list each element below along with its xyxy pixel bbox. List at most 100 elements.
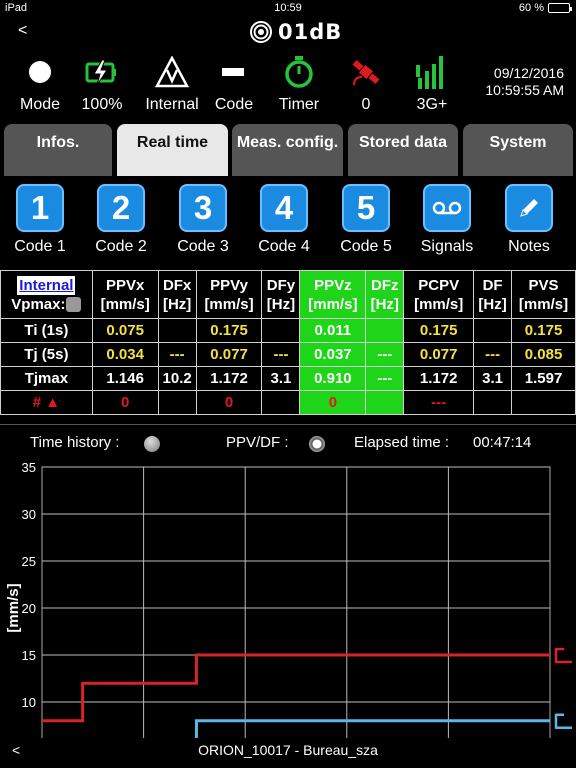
code-label: Code 2 <box>95 238 147 255</box>
logo-icon <box>250 21 272 43</box>
table-cell: 0 <box>91 390 159 415</box>
status-label: 100% <box>81 96 123 113</box>
row-label: Tjmax <box>0 366 93 391</box>
code-1-button[interactable]: 1 Code 1 <box>0 184 80 256</box>
col-header: DFy [Hz] <box>261 270 301 319</box>
code-label: Notes <box>508 238 550 255</box>
table-cell <box>365 390 405 415</box>
code-number: 2 <box>97 184 145 232</box>
col-header: PCPV [mm/s] <box>403 270 475 319</box>
tab-bar: Infos. Real time Meas. config. Stored da… <box>0 124 576 176</box>
code-number: 4 <box>260 184 308 232</box>
tab-meas-config[interactable]: Meas. config. <box>232 124 343 176</box>
tab-system[interactable]: System <box>463 124 573 176</box>
tab-real-time[interactable]: Real time <box>117 124 228 176</box>
logo-text: 01dB <box>278 20 343 44</box>
y-axis-label: [mm/s] <box>5 583 22 632</box>
table-cell <box>473 318 513 343</box>
ppv-df-radio[interactable] <box>309 436 325 452</box>
battery-charging-icon <box>85 59 116 86</box>
table-cell: 0.085 <box>511 342 576 367</box>
time-history-chart: 5101520253035[mm/s] <box>5 460 572 757</box>
tab-stored-data[interactable]: Stored data <box>348 124 458 176</box>
code-3-button[interactable]: 3 Code 3 <box>163 184 243 256</box>
table-cell: --- <box>261 342 301 367</box>
table-cell: 0.075 <box>91 318 159 343</box>
pencil-icon <box>520 199 538 217</box>
table-cell: 1.172 <box>195 366 263 391</box>
battery-percent: 60 % <box>518 2 544 14</box>
ios-status-bar: iPad 10:59 60 % <box>0 0 576 16</box>
col-header: DFz [Hz] <box>365 270 405 319</box>
table-body: Ti (1s) 0.075 0.175 0.011 0.175 0.175 Tj (5s) 0… <box>0 318 576 415</box>
table-cell <box>157 318 197 343</box>
time-history-radio[interactable] <box>144 436 160 452</box>
circle-icon <box>29 61 51 83</box>
table-cell: --- <box>403 390 475 415</box>
table-cell: 0 <box>195 390 263 415</box>
table-cell <box>157 390 197 415</box>
code-number: 3 <box>179 184 227 232</box>
chart-panel: Time history : PPV/DF : Elapsed time : 0… <box>0 424 576 768</box>
series-end-marker-icon <box>554 713 572 730</box>
elapsed-time-label: Elapsed time : <box>354 434 450 451</box>
signal-bars-icon <box>416 56 443 89</box>
table-cell: --- <box>365 366 405 391</box>
y-tick-label: 15 <box>22 648 36 663</box>
table-cell: --- <box>365 342 405 367</box>
table-cell <box>261 318 301 343</box>
col-header: PPVx [mm/s] <box>91 270 159 319</box>
stopwatch-icon <box>285 56 313 88</box>
table-cell <box>473 390 513 415</box>
table-cell: 0.077 <box>195 342 263 367</box>
row-label: # ▲ <box>0 390 93 415</box>
table-cell: 3.1 <box>261 366 301 391</box>
footer-bar: < ORION_10017 - Bureau_sza <box>0 738 576 768</box>
tab-infos[interactable]: Infos. <box>4 124 112 176</box>
y-tick-label: 10 <box>22 695 36 710</box>
table-cell: 0 <box>299 390 367 415</box>
vpmax-toggle[interactable] <box>66 297 82 313</box>
table-cell <box>511 390 576 415</box>
code-5-button[interactable]: 5 Code 5 <box>326 184 406 256</box>
v-triangle-icon <box>155 56 189 88</box>
table-row: # ▲ 0 0 0 --- <box>0 390 576 415</box>
station-title: ORION_10017 - Bureau_sza <box>198 742 378 758</box>
code-2-button[interactable]: 2 Code 2 <box>81 184 161 256</box>
time-history-label: Time history : <box>30 434 120 451</box>
date-text: 09/12/2016 <box>493 65 564 81</box>
col-header: DFx [Hz] <box>157 270 197 319</box>
row-label: Tj (5s) <box>0 342 93 367</box>
table-cell: --- <box>157 342 197 367</box>
chart-controls: Time history : PPV/DF : Elapsed time : 0… <box>0 429 576 455</box>
battery-icon <box>548 3 572 13</box>
code-number: 1 <box>16 184 64 232</box>
input-source-link[interactable]: Internal <box>17 275 76 295</box>
dash-icon <box>222 68 244 76</box>
device-status-row: Mode 100% Internal Code Timer 0 3G+ 09/1… <box>0 52 576 118</box>
status-battery[interactable]: 100% <box>62 52 142 114</box>
table-cell: --- <box>473 342 513 367</box>
status-network[interactable]: 3G+ <box>392 52 472 114</box>
code-4-button[interactable]: 4 Code 4 <box>244 184 324 256</box>
ppv-df-label: PPV/DF : <box>226 434 289 451</box>
table-cell: 0.910 <box>299 366 367 391</box>
code-label: Code 5 <box>340 238 392 255</box>
signals-button[interactable]: Signals <box>407 184 487 256</box>
app-header: < 01dB <box>0 16 576 50</box>
device-datetime: 09/12/2016 10:59:55 AM <box>485 65 564 99</box>
code-label: Code 3 <box>177 238 229 255</box>
table-row: Tj (5s) 0.034 --- 0.077 --- 0.037 --- 0.077 --- 0… <box>0 342 576 367</box>
col-header: PPVy [mm/s] <box>195 270 263 319</box>
table-cell <box>261 390 301 415</box>
measurement-table: Internal Vpmax: PPVx [mm/s] DFx [Hz] PPVy[… <box>0 270 576 415</box>
back-button[interactable]: < <box>18 22 27 40</box>
row-label: Ti (1s) <box>0 318 93 343</box>
notes-button[interactable]: Notes <box>489 184 569 256</box>
series-end-marker-icon <box>554 647 572 664</box>
time-text: 10:59:55 AM <box>485 82 564 98</box>
y-tick-label: 30 <box>22 507 36 522</box>
table-cell: 1.597 <box>511 366 576 391</box>
table-cell: 10.2 <box>157 366 197 391</box>
table-cell <box>365 318 405 343</box>
